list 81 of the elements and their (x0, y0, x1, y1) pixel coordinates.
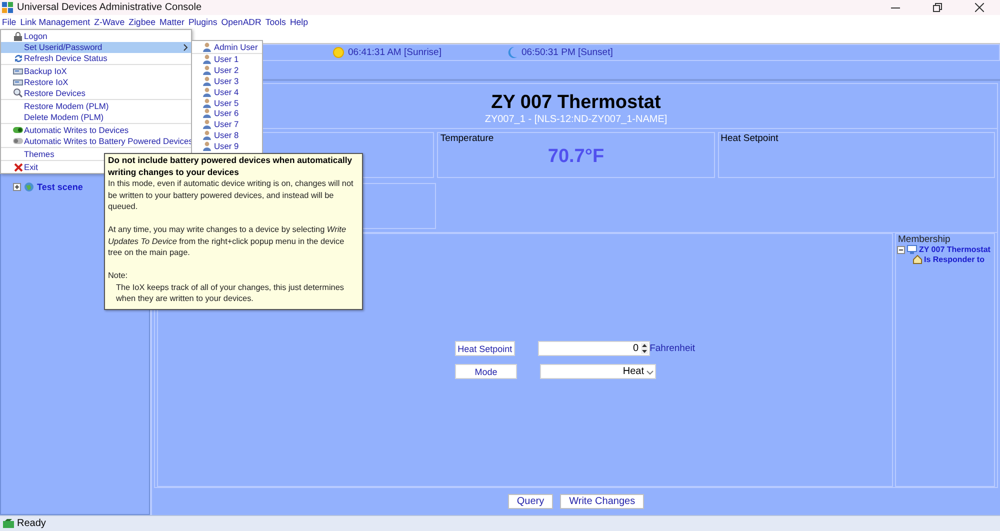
menu-item[interactable]: Matter (160, 17, 184, 27)
menu-item[interactable]: User 9 (192, 140, 262, 152)
user-icon (202, 86, 212, 97)
action-button[interactable]: Query (508, 494, 554, 509)
panel-title: Membership (897, 234, 952, 245)
tooltip-text: At any time, you may write changes to a device by selecting Write Updates To Device from the right+click popup menu in the device tree on the main page. (108, 224, 348, 258)
menu-item[interactable]: Automatic Writes to Devices (1, 124, 191, 136)
cell-label: Temperature (439, 133, 494, 144)
menu-item[interactable]: Plugins (188, 17, 218, 27)
menu-item[interactable]: Tools (265, 17, 286, 27)
chevron-icon (183, 44, 188, 50)
toggle-icon (13, 138, 23, 144)
tooltip-text: Note: (108, 270, 129, 282)
user-icon (202, 140, 212, 151)
menu-item[interactable]: Z-Wave (94, 17, 125, 27)
menu-item[interactable]: User 6 (192, 108, 262, 119)
menu-item[interactable]: Refresh Device Status (1, 52, 191, 64)
menu-item[interactable]: Set Userid/Password (1, 42, 191, 52)
menu-item[interactable]: Delete Modem (PLM) (1, 112, 191, 122)
user-icon (202, 130, 212, 140)
user-icon (202, 76, 212, 86)
user-icon (202, 54, 212, 64)
restore-icon (932, 3, 942, 12)
sunrise-time: 06:41:31 AM [Sunrise] (348, 47, 442, 58)
temperature-value: 70.7°F (548, 146, 604, 168)
menu-item[interactable]: User 7 (192, 118, 262, 130)
device-address: ZY007_1 - [NLS-12:ND-ZY007_1-NAME] (484, 114, 668, 125)
user-icon (202, 42, 212, 52)
menu-item[interactable]: Restore Modem (PLM) (1, 100, 191, 112)
menu-item[interactable]: User 8 (192, 130, 262, 140)
device-icon (907, 245, 917, 254)
user-icon (202, 119, 212, 130)
command-button[interactable]: Heat Setpoint (455, 341, 515, 356)
drive-icon (13, 68, 23, 74)
number-field[interactable]: 0 (538, 341, 650, 356)
cell-label: Heat Setpoint (720, 133, 778, 144)
toggle-icon (13, 127, 23, 133)
tree-item[interactable]: Is Responder to (924, 255, 984, 264)
user-icon (202, 65, 212, 76)
tree-item[interactable]: ZY 007 Thermostat (919, 245, 990, 254)
refresh-icon (14, 54, 22, 62)
menu-item[interactable]: File (2, 17, 16, 27)
search-icon (13, 88, 23, 98)
dropdown[interactable]: Heat (540, 364, 656, 379)
device-title: ZY 007 Thermostat (491, 92, 661, 114)
menu-item[interactable]: Help (290, 17, 308, 27)
menu-item[interactable]: Restore Devices (1, 88, 191, 98)
action-button[interactable]: Write Changes (560, 494, 644, 509)
app-icon (2, 2, 13, 13)
close-icon (974, 3, 984, 12)
menu-item[interactable]: User 1 (192, 54, 262, 65)
menu-item[interactable]: User 2 (192, 64, 262, 76)
tooltip-text: The IoX keeps track of all of your changes, this just determines when they are written to your devices. (115, 282, 345, 304)
menu-item[interactable]: Link Management (20, 17, 90, 27)
globe-icon (24, 182, 34, 192)
command-button[interactable]: Mode (455, 364, 517, 379)
menu-item[interactable]: User 3 (192, 76, 262, 86)
lock-icon (13, 32, 23, 40)
status-text: Ready (17, 518, 46, 529)
tree-item[interactable]: Test scene (37, 182, 83, 192)
moon-icon (507, 47, 518, 58)
window-title: Universal Devices Administrative Console (17, 2, 202, 13)
menu-item[interactable]: Logon (1, 30, 191, 42)
spinner-icon (640, 343, 648, 354)
drive-icon (13, 78, 23, 86)
unit-label: Fahrenheit (650, 343, 695, 354)
user-icon (202, 98, 212, 108)
caret-icon (646, 368, 654, 376)
menu-item[interactable]: User 5 (192, 97, 262, 108)
user-icon (202, 108, 212, 118)
house-icon (913, 255, 922, 264)
close-icon (14, 162, 22, 172)
menu-item[interactable]: Backup IoX (1, 66, 191, 76)
tooltip-text: In this mode, even if automatic device writing is on, changes will not be written to your battery powered devices, and instead will be queued. (108, 178, 354, 212)
status-icon (3, 518, 14, 528)
menu-item[interactable]: Restore IoX (1, 76, 191, 88)
sun-icon (333, 47, 344, 58)
menu-item[interactable]: User 4 (192, 86, 262, 98)
menu-item[interactable]: OpenADR (221, 17, 262, 27)
sunset-time: 06:50:31 PM [Sunset] (521, 47, 613, 58)
menu-item[interactable]: Zigbee (128, 17, 156, 27)
